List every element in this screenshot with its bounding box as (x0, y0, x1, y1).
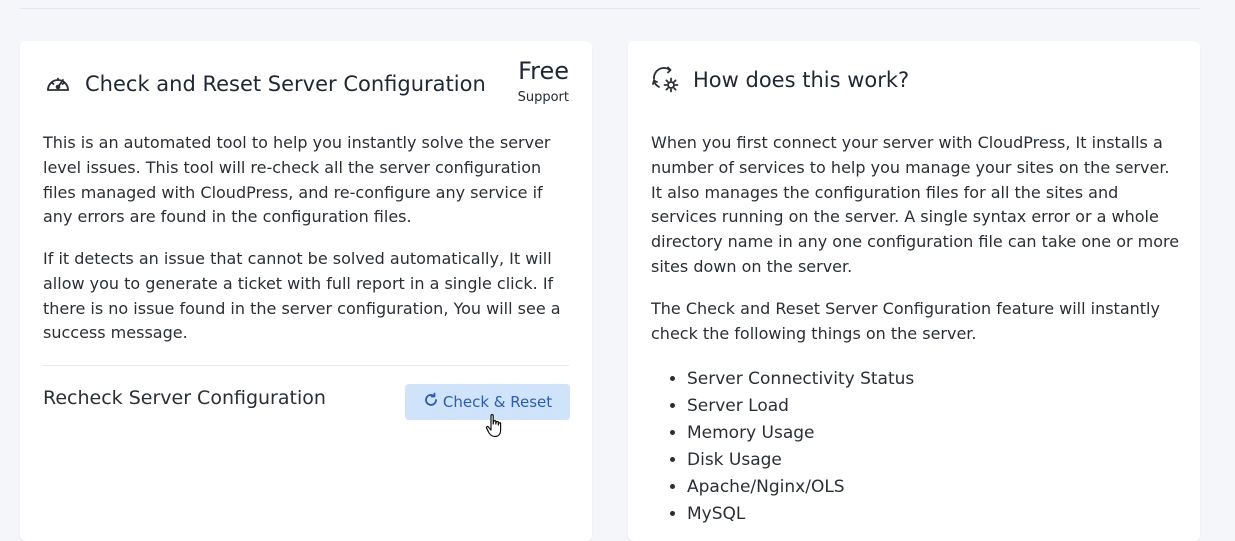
plan-badge: Free Support (518, 55, 569, 107)
check-reset-card: Check and Reset Server Configuration Fre… (20, 41, 592, 541)
issue-paragraph: If it detects an issue that cannot be so… (43, 249, 561, 343)
section-divider (43, 365, 569, 366)
card-title: Check and Reset Server Configuration (85, 72, 486, 96)
refresh-icon (423, 392, 439, 412)
card-title: How does this work? (693, 68, 910, 92)
hand-cursor-icon (485, 414, 502, 438)
how-it-works-card: How does this work? When you first conne… (628, 41, 1200, 541)
recheck-label: Recheck Server Configuration (43, 387, 326, 409)
plan-support-label: Support (517, 90, 569, 105)
explanation-paragraph: When you first connect your server with … (651, 133, 1180, 276)
list-item: MySQL (687, 501, 914, 528)
description-paragraph: This is an automated tool to help you in… (43, 133, 551, 227)
list-item: Apache/Nginx/OLS (687, 474, 914, 501)
list-item: Memory Usage (687, 420, 914, 447)
card-header: Check and Reset Server Configuration (43, 69, 569, 99)
feature-paragraph: The Check and Reset Server Configuration… (651, 299, 1160, 343)
check-reset-label: Check & Reset (442, 393, 553, 411)
list-item: Disk Usage (687, 447, 914, 474)
plan-name: Free (518, 57, 569, 85)
list-item: Server Load (687, 393, 914, 420)
card-header: How does this work? (651, 65, 1177, 95)
list-item: Server Connectivity Status (687, 366, 914, 393)
speedometer-icon (43, 69, 73, 99)
top-divider (20, 8, 1200, 9)
refresh-gear-icon (651, 65, 681, 95)
checks-list: Server Connectivity Status Server Load M… (651, 366, 914, 528)
